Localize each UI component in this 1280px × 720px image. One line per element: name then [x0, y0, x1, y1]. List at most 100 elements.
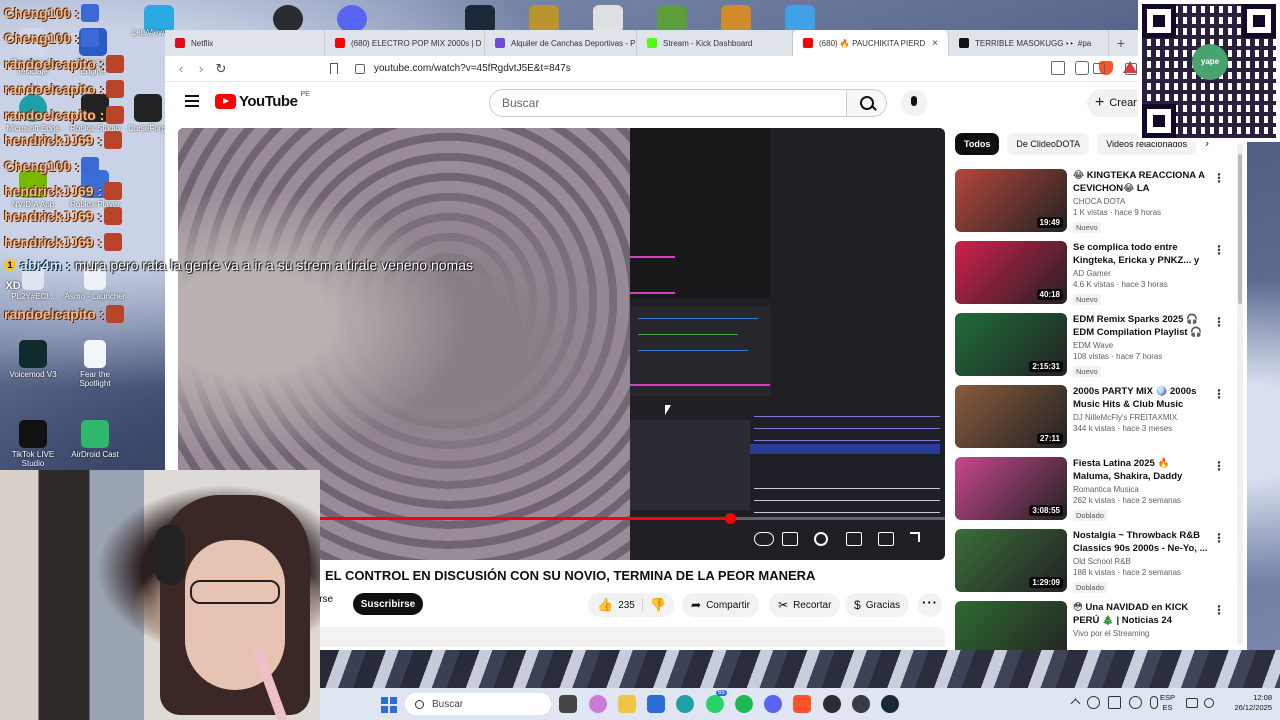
more-options-icon[interactable]: ⋮: [1213, 459, 1225, 473]
video-thumbnail[interactable]: 2:15:31: [955, 313, 1067, 376]
more-options-icon[interactable]: ⋮: [1213, 531, 1225, 545]
network-icon[interactable]: [1186, 698, 1198, 708]
system-clock[interactable]: 12:08 26/12/2025: [1222, 693, 1272, 713]
obs-alt-icon[interactable]: [852, 695, 870, 713]
desktop-icon-airdroid[interactable]: AirDroid Cast: [64, 420, 126, 459]
voice-search-button[interactable]: [901, 90, 927, 116]
autoplay-toggle-icon[interactable]: [754, 532, 774, 546]
video-title[interactable]: EDM Remix Sparks 2025 🎧 EDM Compilation …: [1073, 313, 1209, 339]
recommended-video[interactable]: 1:29:09 Nostalgia ~ Throwback R&B Classic…: [955, 529, 1225, 595]
video-thumbnail[interactable]: 27:11: [955, 385, 1067, 448]
video-thumbnail[interactable]: 19:49: [955, 169, 1067, 232]
fullscreen-icon[interactable]: [910, 532, 920, 542]
more-options-icon[interactable]: ⋮: [1213, 387, 1225, 401]
dislike-icon[interactable]: 👎: [650, 597, 666, 613]
video-thumbnail[interactable]: 1:29:09: [955, 529, 1067, 592]
share-button[interactable]: ➦ Compartir: [682, 593, 759, 617]
reload-icon[interactable]: ↻: [211, 61, 231, 77]
new-tab-button[interactable]: +: [1109, 30, 1133, 56]
page-scrollbar[interactable]: [1237, 144, 1243, 644]
channel-name[interactable]: Old School R&B: [1073, 557, 1209, 566]
desktop-icon-letsview[interactable]: LetsView: [128, 28, 168, 37]
subscribe-button[interactable]: Suscribirse: [353, 593, 423, 615]
recommended-video[interactable]: 😳 Una NAVIDAD en KICK PERÚ 🎄 | Noticias …: [955, 601, 1225, 650]
more-options-icon[interactable]: ⋮: [1213, 315, 1225, 329]
more-options-icon[interactable]: ⋮: [1213, 603, 1225, 617]
discord-icon[interactable]: [764, 695, 782, 713]
recommended-video[interactable]: 3:08:55 Fiesta Latina 2025 🔥 Maluma, Shak…: [955, 457, 1225, 523]
sidebar-toggle-icon[interactable]: [1093, 63, 1105, 74]
channel-name[interactable]: Romantica Musica: [1073, 485, 1209, 494]
bookmark-icon[interactable]: [330, 63, 338, 74]
video-thumbnail[interactable]: [955, 601, 1067, 650]
tab-kick-dashboard[interactable]: Stream - Kick Dashboard: [637, 30, 793, 56]
brave-icon[interactable]: [793, 695, 811, 713]
channel-name[interactable]: Vivo por el Streaming: [1073, 629, 1209, 638]
tray-app-icon[interactable]: [1108, 696, 1121, 709]
tab-netflix[interactable]: Netflix: [165, 30, 325, 56]
app-f-icon[interactable]: [785, 5, 815, 33]
back-icon[interactable]: ‹: [171, 61, 191, 76]
steam-icon[interactable]: [465, 5, 495, 33]
desktop-icon-tiktok-live[interactable]: TikTok LIVE Studio: [2, 420, 64, 468]
video-title[interactable]: Se complica todo entre Kingteka, Ericka …: [1073, 241, 1209, 267]
miniplayer-icon[interactable]: [846, 532, 862, 546]
channel-name[interactable]: AD Gamer: [1073, 269, 1209, 278]
like-icon[interactable]: 👍: [597, 597, 613, 613]
tab-electro-pop-mix[interactable]: (680) ELECTRO POP MIX 2000s | D: [325, 30, 485, 56]
subtitles-icon[interactable]: [782, 532, 798, 546]
clip-button[interactable]: ✂ Recortar: [769, 593, 841, 617]
tray-app-alt-icon[interactable]: [1129, 696, 1142, 709]
video-title[interactable]: Fiesta Latina 2025 🔥 Maluma, Shakira, Da…: [1073, 457, 1209, 483]
search-button[interactable]: [847, 89, 887, 117]
recommended-video[interactable]: 40:18 Se complica todo entre Kingteka, Er…: [955, 241, 1225, 307]
desktop-icon-curseforge[interactable]: CurseForge: [128, 94, 170, 133]
video-title[interactable]: 😂 KINGTEKA REACCIONA A CEVICHON😂 LA DECA…: [1073, 169, 1209, 195]
recommended-video[interactable]: 19:49 😂 KINGTEKA REACCIONA A CEVICHON😂 LA…: [955, 169, 1225, 235]
settings-gear-icon[interactable]: [814, 532, 828, 546]
video-title[interactable]: 2000s PARTY MIX 🪩 2000s Music Hits & Clu…: [1073, 385, 1209, 411]
copilot-icon[interactable]: [589, 695, 607, 713]
tab-pauchikita[interactable]: (680) 🔥 PAUCHIKITA PIERD ×: [793, 30, 949, 56]
video-title[interactable]: 😳 Una NAVIDAD en KICK PERÚ 🎄 | Noticias …: [1073, 601, 1209, 627]
microphone-icon[interactable]: [1150, 696, 1158, 709]
microsoft-store-icon[interactable]: [647, 695, 665, 713]
input-language[interactable]: ESP ES: [1160, 693, 1175, 713]
whatsapp-icon[interactable]: [706, 695, 724, 713]
more-actions-icon[interactable]: ···: [918, 593, 942, 617]
forward-icon[interactable]: ›: [191, 61, 211, 76]
chevron-up-icon[interactable]: [1070, 698, 1081, 709]
video-title[interactable]: Nostalgia ~ Throwback R&B Classics 90s 2…: [1073, 529, 1209, 555]
counter-strike-icon[interactable]: [721, 5, 751, 33]
channel-name[interactable]: DJ NilleMcFly's FREITAXMIX: [1073, 413, 1209, 422]
cloud-sync-icon[interactable]: [1087, 696, 1100, 709]
file-explorer-icon[interactable]: [618, 695, 636, 713]
close-tab-icon[interactable]: ×: [932, 38, 938, 49]
share-icon[interactable]: [1075, 61, 1089, 75]
desktop-icon-voicemod[interactable]: Voicemod V3: [2, 340, 64, 379]
tab-alquiler-canchas[interactable]: Alquiler de Canchas Deportivas - P: [485, 30, 637, 56]
tab-terrible-masokugg[interactable]: TERRIBLE MASOKUGG 👀 #pa: [949, 30, 1109, 56]
scrollbar-thumb[interactable]: [1238, 154, 1242, 304]
youtube-logo[interactable]: YouTube PE: [215, 91, 310, 110]
edge-icon[interactable]: [676, 695, 694, 713]
game-icon[interactable]: [529, 5, 559, 33]
minecraft-icon[interactable]: [657, 5, 687, 33]
extensions-icon[interactable]: [1125, 63, 1137, 75]
obs-icon[interactable]: [273, 5, 303, 33]
more-options-icon[interactable]: ⋮: [1213, 171, 1225, 185]
url-field[interactable]: youtube.com/watch?v=45fRgdvtJ5E&t=847s: [374, 63, 571, 74]
task-view-icon[interactable]: [559, 695, 577, 713]
menu-icon[interactable]: [185, 95, 199, 110]
search-input[interactable]: Buscar: [489, 89, 847, 117]
spotify-icon[interactable]: [735, 695, 753, 713]
channel-name[interactable]: CHOCA DOTA: [1073, 197, 1209, 206]
chip-todos[interactable]: Todos: [955, 133, 1000, 155]
crab-game-icon[interactable]: [593, 5, 623, 33]
thanks-button[interactable]: $ Gracias: [845, 593, 910, 617]
site-info-icon[interactable]: [355, 64, 365, 74]
channel-name[interactable]: EDM Wave: [1073, 341, 1209, 350]
desktop-icon-fear-spotlight[interactable]: Fear the Spotlight: [64, 340, 126, 388]
recommended-video[interactable]: 2:15:31 EDM Remix Sparks 2025 🎧 EDM Compi…: [955, 313, 1225, 379]
chip-de-clideodota[interactable]: De ClideoDOTA: [1007, 133, 1090, 155]
